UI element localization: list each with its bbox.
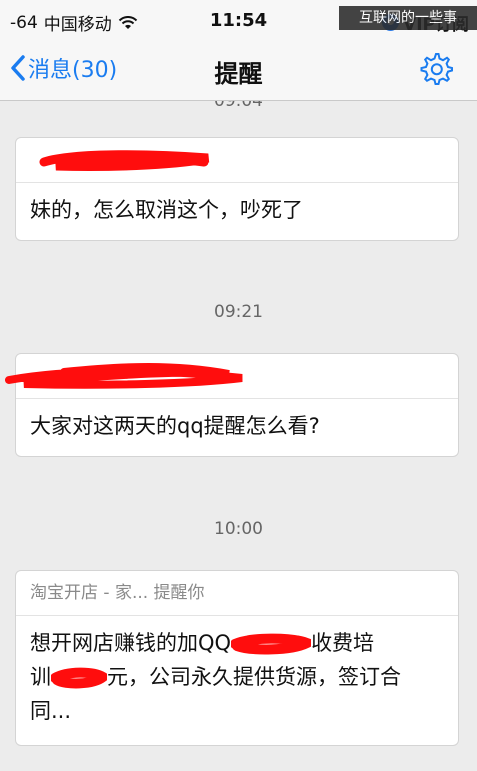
redaction-mark — [5, 363, 243, 389]
redaction-mark — [51, 667, 107, 689]
time-label: 09:21 — [214, 302, 263, 322]
card-header — [5, 354, 458, 399]
message-text: 元，公司永久提供货源，签订合 — [107, 665, 401, 689]
message-text: 想开网店赚钱的加QQ — [30, 631, 232, 655]
message-text: 同... — [30, 699, 72, 723]
status-bar: -64 中国移动 11:54 VIP订阅 互联网的一些事 — [0, 0, 477, 40]
card-header — [16, 138, 458, 183]
card-message: 大家对这两天的qq提醒怎么看? — [30, 414, 320, 438]
reminder-card[interactable]: 淘宝开店 - 家... 提醒你 想开网店赚钱的加QQ 收费培 训 元，公司永久提供货… — [15, 570, 459, 746]
card-message: 想开网店赚钱的加QQ 收费培 训 元，公司永久提供货源，签订合 同... — [16, 616, 458, 740]
time-label-partial: 09:04 — [214, 101, 263, 111]
reminder-feed[interactable]: 09:04 妹的，怎么取消这个，吵死了 09:21 大家对这两天的qq提醒怎么看… — [0, 101, 477, 771]
page-title: 提醒 — [214, 60, 263, 88]
gear-icon[interactable] — [419, 52, 453, 86]
redaction-mark — [231, 633, 312, 655]
reminder-card[interactable]: 大家对这两天的qq提醒怎么看? — [5, 353, 459, 457]
card-header: 淘宝开店 - 家... 提醒你 — [16, 571, 458, 616]
redaction-mark — [39, 150, 210, 172]
watermark: 互联网的一些事 — [339, 6, 477, 30]
nav-bar: 消息(30) 提醒 — [0, 40, 477, 101]
card-message: 妹的，怎么取消这个，吵死了 — [30, 198, 303, 222]
message-text: 训 — [30, 665, 51, 689]
message-text: 收费培 — [311, 631, 375, 655]
time-label: 10:00 — [214, 519, 263, 539]
reminder-card[interactable]: 妹的，怎么取消这个，吵死了 — [15, 137, 459, 241]
